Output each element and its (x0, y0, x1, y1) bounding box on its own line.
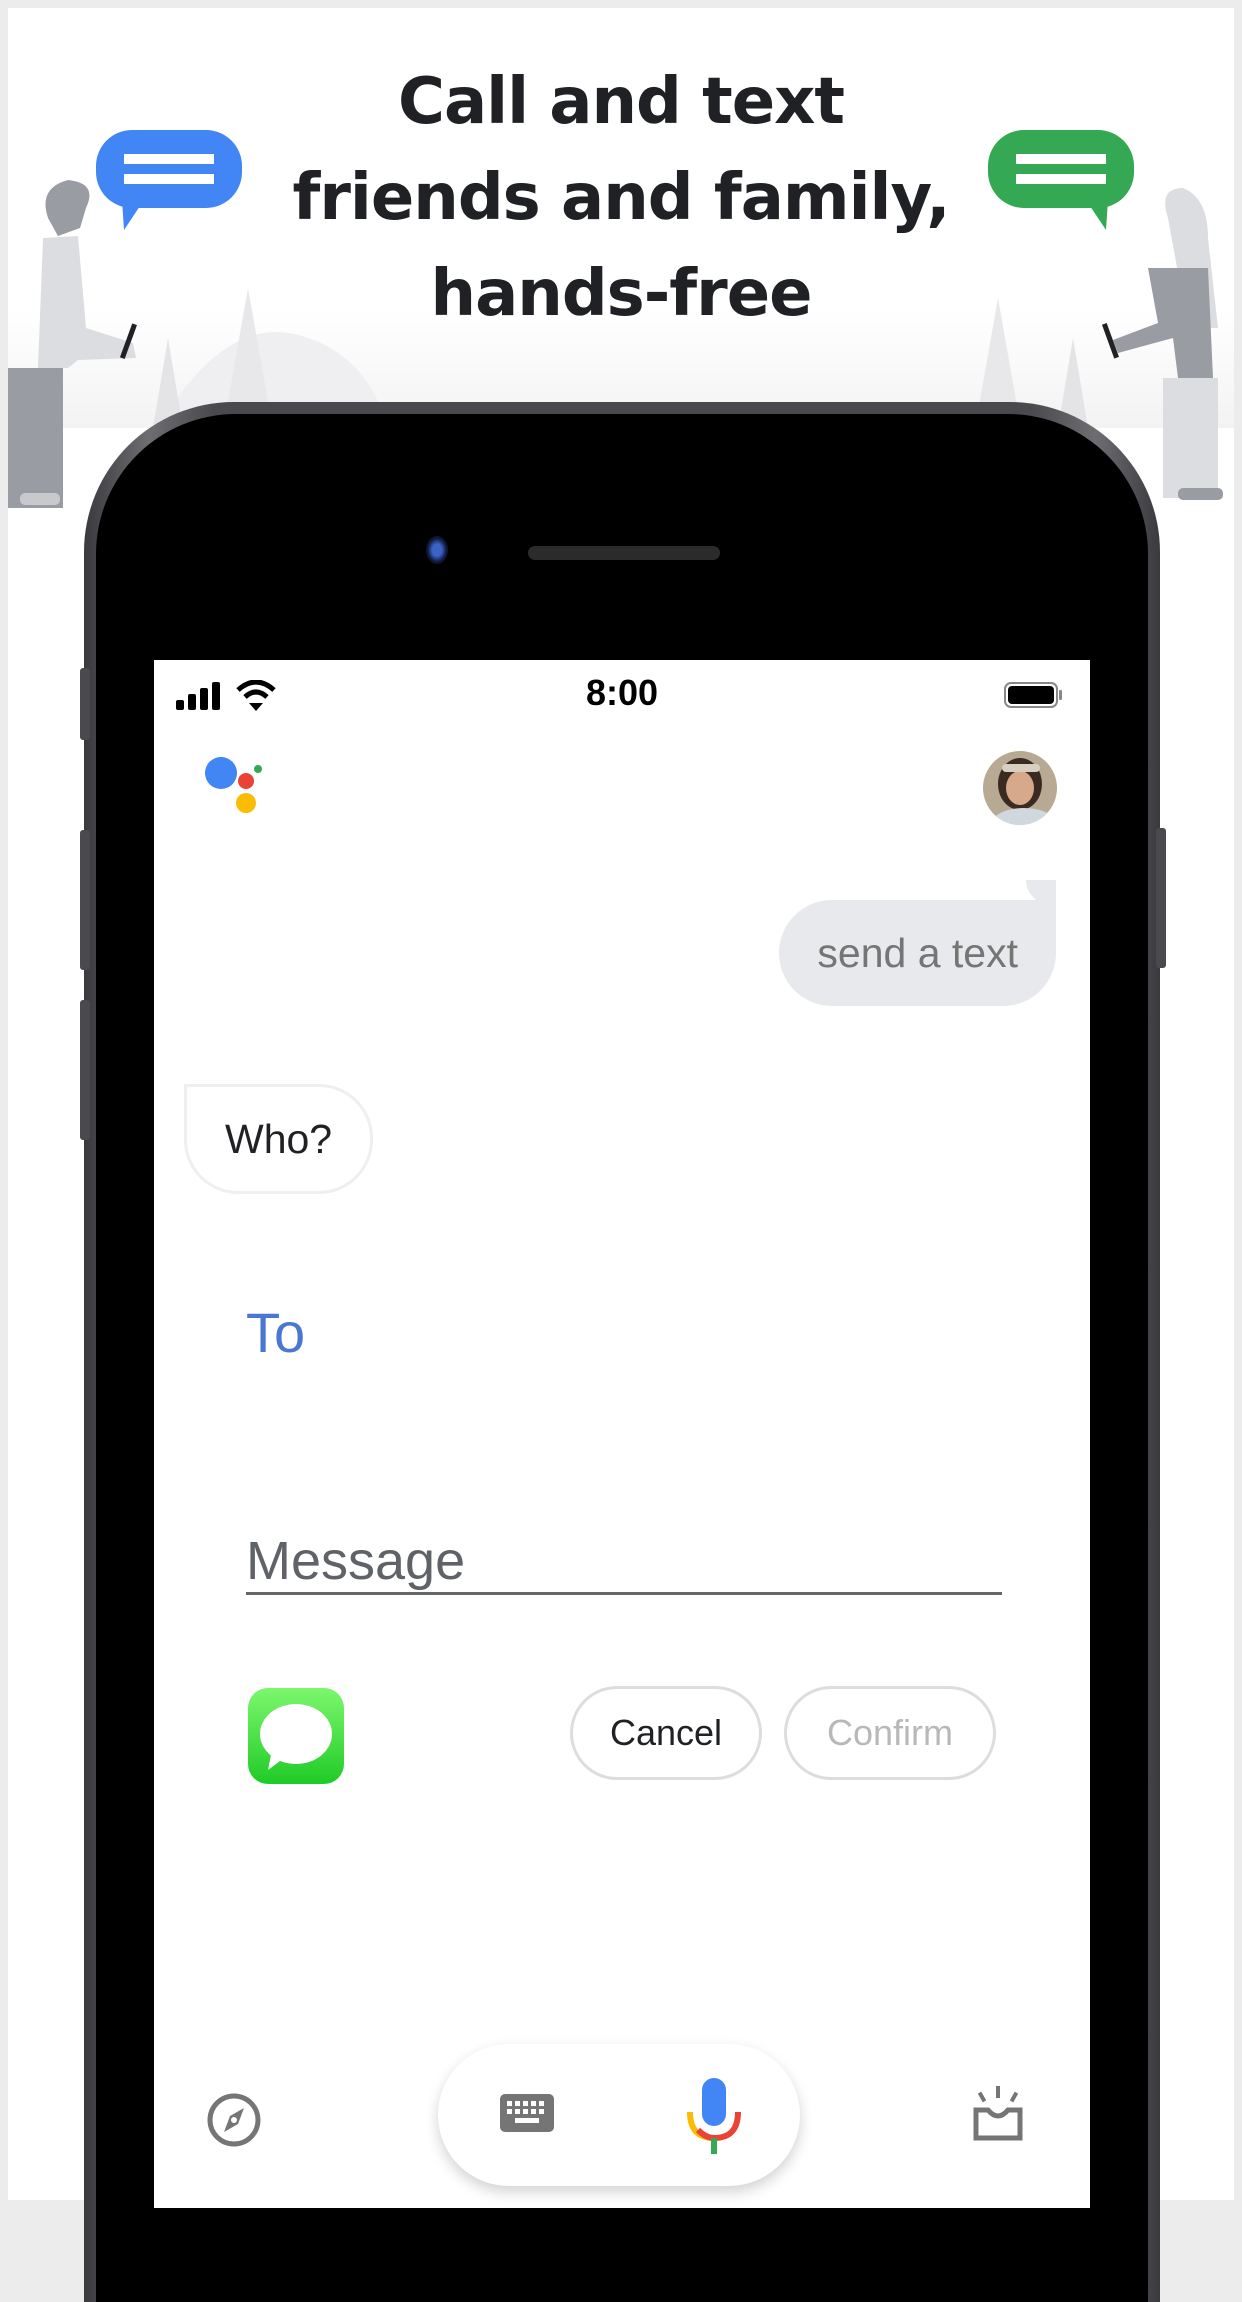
keyboard-icon[interactable] (500, 2094, 554, 2137)
compass-icon[interactable] (206, 2092, 262, 2153)
phone-screen: 8:00 send a text Who? To Cancel Confirm (154, 660, 1090, 2208)
messages-app-icon (248, 1688, 344, 1784)
headline-line: Call and text (397, 65, 845, 139)
microphone-icon[interactable] (686, 2078, 742, 2159)
silent-switch (80, 668, 90, 740)
input-mode-pill (438, 2044, 800, 2186)
message-input[interactable] (246, 1530, 1002, 1595)
user-message-bubble: send a text (779, 880, 1056, 1006)
power-button (1156, 828, 1166, 968)
battery-icon (1004, 682, 1064, 715)
cancel-button[interactable]: Cancel (570, 1686, 762, 1780)
headline: Call and text friends and family, hands-… (8, 54, 1234, 342)
earpiece-speaker (528, 546, 720, 560)
headline-line: friends and family, (292, 161, 951, 235)
front-camera (426, 536, 448, 564)
user-avatar[interactable] (982, 750, 1058, 831)
status-bar: 8:00 (154, 660, 1090, 720)
volume-down-button (80, 1000, 90, 1140)
headline-line: hands-free (430, 257, 813, 331)
confirm-button[interactable]: Confirm (784, 1686, 996, 1780)
assistant-reply-bubble: Who? (184, 1084, 374, 1194)
inbox-updates-icon[interactable] (972, 2086, 1024, 2151)
volume-up-button (80, 830, 90, 970)
recipient-to-field[interactable]: To (246, 1300, 305, 1365)
google-assistant-logo-icon (204, 756, 270, 819)
status-time: 8:00 (585, 672, 659, 713)
